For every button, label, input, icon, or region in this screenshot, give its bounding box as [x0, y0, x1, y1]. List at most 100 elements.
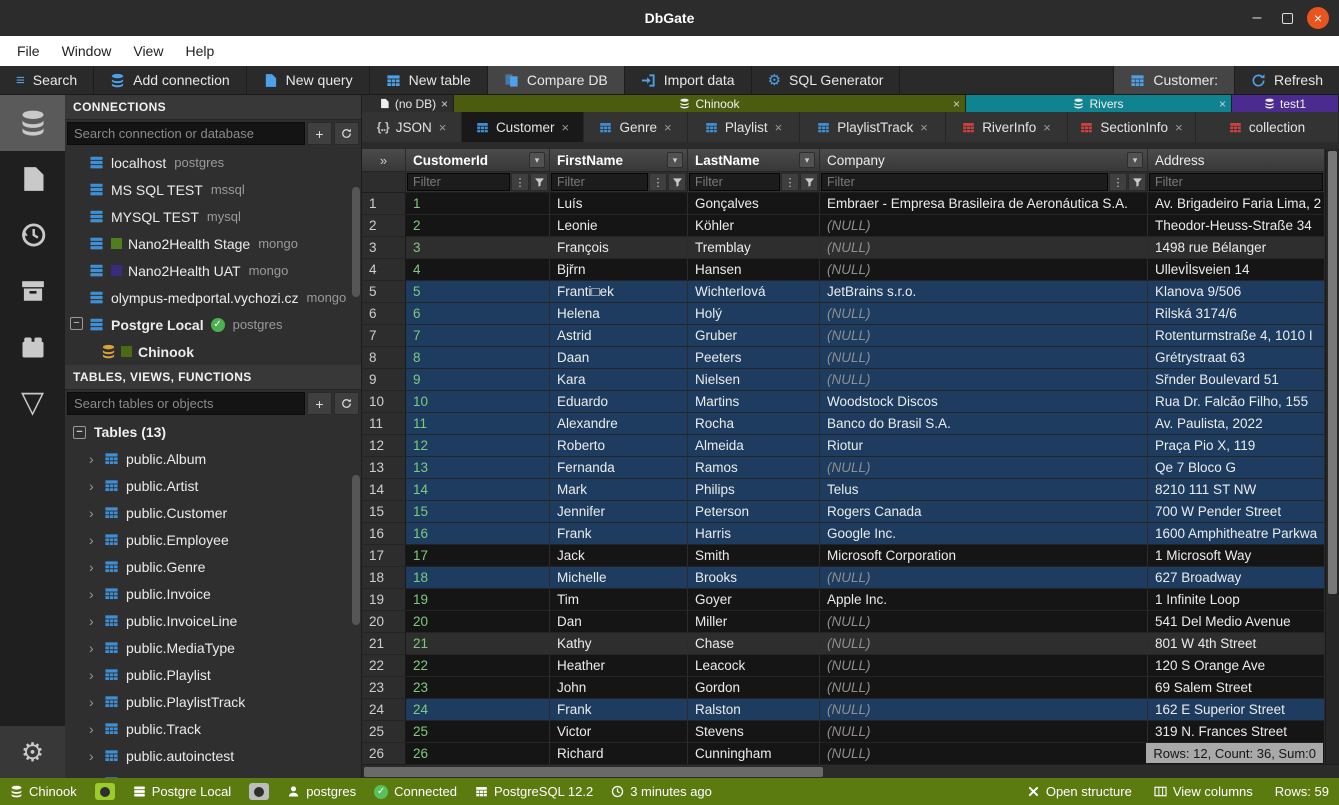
- cell-firstname[interactable]: Daan: [550, 347, 688, 369]
- cell-firstname[interactable]: Tim: [550, 589, 688, 611]
- cell-company[interactable]: JetBrains s.r.o.: [820, 281, 1148, 303]
- table-item[interactable]: › public.MediaType: [65, 634, 361, 661]
- connections-refresh-button[interactable]: [334, 122, 359, 145]
- cell-firstname[interactable]: Victor: [550, 721, 688, 743]
- cell-firstname[interactable]: Bjřrn: [550, 259, 688, 281]
- table-row[interactable]: 6 6 Helena Holý (NULL) Rilská 3174/6: [362, 303, 1325, 325]
- cell-customerid[interactable]: 5: [406, 281, 550, 303]
- cell-firstname[interactable]: John: [550, 677, 688, 699]
- toolbar-button[interactable]: New query: [247, 66, 370, 94]
- cell-customerid[interactable]: 8: [406, 347, 550, 369]
- cell-customerid[interactable]: 4: [406, 259, 550, 281]
- cell-firstname[interactable]: Alexandre: [550, 413, 688, 435]
- connection-item[interactable]: Chinook: [65, 338, 361, 365]
- table-item[interactable]: › public.booleantest: [65, 769, 361, 778]
- cell-address[interactable]: Qe 7 Bloco G: [1148, 457, 1325, 479]
- table-row[interactable]: 7 7 Astrid Gruber (NULL) Rotenturmstraße…: [362, 325, 1325, 347]
- table-row[interactable]: 4 4 Bjřrn Hansen (NULL) Ullevİlsveien 14: [362, 259, 1325, 281]
- table-row[interactable]: 19 19 Tim Goyer Apple Inc. 1 Infinite Lo…: [362, 589, 1325, 611]
- add-table-plus-button[interactable]: +: [307, 392, 332, 415]
- cell-customerid[interactable]: 7: [406, 325, 550, 347]
- activity-bar-item[interactable]: [0, 319, 65, 375]
- cell-company[interactable]: (NULL): [820, 237, 1148, 259]
- connection-item[interactable]: localhost postgres: [65, 149, 361, 176]
- table-item[interactable]: › public.PlaylistTrack: [65, 688, 361, 715]
- database-tab-group[interactable]: Chinook ×: [454, 95, 966, 112]
- cell-lastname[interactable]: Gruber: [688, 325, 820, 347]
- database-tab-group[interactable]: test1: [1232, 95, 1339, 112]
- expand-all-button[interactable]: »: [362, 149, 406, 172]
- settings-button[interactable]: ⚙: [0, 726, 65, 778]
- activity-bar-item[interactable]: [0, 151, 65, 207]
- cell-firstname[interactable]: Mark: [550, 479, 688, 501]
- filter-menu-button[interactable]: ⋮: [781, 173, 799, 191]
- cell-address[interactable]: Ullevİlsveien 14: [1148, 259, 1325, 281]
- statusbar-item[interactable]: [95, 783, 115, 800]
- table-item[interactable]: › public.InvoiceLine: [65, 607, 361, 634]
- cell-address[interactable]: 1498 rue Bélanger: [1148, 237, 1325, 259]
- filter-input[interactable]: [407, 173, 510, 191]
- connection-item[interactable]: Nano2Health Stage mongo: [65, 230, 361, 257]
- grid-horizontal-scrollbar[interactable]: [362, 764, 1339, 778]
- statusbar-item[interactable]: ✓ Connected: [374, 784, 457, 799]
- column-menu-button[interactable]: ▾: [667, 152, 683, 168]
- cell-lastname[interactable]: Wichterlová: [688, 281, 820, 303]
- cell-address[interactable]: 700 W Pender Street: [1148, 501, 1325, 523]
- cell-firstname[interactable]: Kara: [550, 369, 688, 391]
- cell-customerid[interactable]: 9: [406, 369, 550, 391]
- table-row[interactable]: 8 8 Daan Peeters (NULL) Grétrystraat 63: [362, 347, 1325, 369]
- cell-company[interactable]: Microsoft Corporation: [820, 545, 1148, 567]
- connections-scrollbar[interactable]: [352, 187, 360, 297]
- cell-customerid[interactable]: 25: [406, 721, 550, 743]
- table-row[interactable]: 13 13 Fernanda Ramos (NULL) Qe 7 Bloco G: [362, 457, 1325, 479]
- toolbar-button[interactable]: Add connection: [94, 66, 247, 94]
- cell-customerid[interactable]: 6: [406, 303, 550, 325]
- menu-item[interactable]: File: [6, 36, 51, 66]
- column-header[interactable]: Company ▾: [820, 149, 1148, 172]
- column-header[interactable]: LastName ▾: [688, 149, 820, 172]
- cell-address[interactable]: Theodor-Heuss-Straße 34: [1148, 215, 1325, 237]
- statusbar-item[interactable]: Chinook: [10, 784, 77, 799]
- cell-customerid[interactable]: 3: [406, 237, 550, 259]
- filter-funnel-button[interactable]: [668, 173, 686, 191]
- cell-company[interactable]: (NULL): [820, 743, 1148, 764]
- database-tab-group[interactable]: (no DB) ×: [362, 95, 454, 112]
- cell-address[interactable]: 627 Broadway: [1148, 567, 1325, 589]
- chevron-right-icon[interactable]: ›: [89, 505, 97, 521]
- table-row[interactable]: 12 12 Roberto Almeida Riotur Praça Pio X…: [362, 435, 1325, 457]
- table-row[interactable]: 14 14 Mark Philips Telus 8210 111 ST NW: [362, 479, 1325, 501]
- table-row[interactable]: 3 3 François Tremblay (NULL) 1498 rue Bé…: [362, 237, 1325, 259]
- cell-customerid[interactable]: 14: [406, 479, 550, 501]
- table-row[interactable]: 21 21 Kathy Chase (NULL) 801 W 4th Stree…: [362, 633, 1325, 655]
- cell-address[interactable]: 69 Salem Street: [1148, 677, 1325, 699]
- chevron-right-icon[interactable]: ›: [89, 748, 97, 764]
- table-row[interactable]: 16 16 Frank Harris Google Inc. 1600 Amph…: [362, 523, 1325, 545]
- cell-firstname[interactable]: Luís: [550, 193, 688, 215]
- statusbar-item[interactable]: 3 minutes ago: [611, 784, 712, 799]
- table-item[interactable]: › public.Playlist: [65, 661, 361, 688]
- close-icon[interactable]: ×: [775, 120, 783, 135]
- cell-firstname[interactable]: Franti□ek: [550, 281, 688, 303]
- table-item[interactable]: › public.Album: [65, 445, 361, 472]
- cell-lastname[interactable]: Chase: [688, 633, 820, 655]
- table-tab[interactable]: SectionInfo ×: [1068, 112, 1196, 142]
- grid-vertical-scrollbar[interactable]: [1325, 149, 1339, 764]
- filter-menu-button[interactable]: ⋮: [1109, 173, 1127, 191]
- cell-address[interactable]: Av. Brigadeiro Faria Lima, 2: [1148, 193, 1325, 215]
- cell-customerid[interactable]: 24: [406, 699, 550, 721]
- statusbar-item[interactable]: View columns: [1154, 784, 1253, 799]
- cell-lastname[interactable]: Gordon: [688, 677, 820, 699]
- column-menu-button[interactable]: ▾: [799, 152, 815, 168]
- cell-lastname[interactable]: Cunningham: [688, 743, 820, 764]
- connection-item[interactable]: MS SQL TEST mssql: [65, 176, 361, 203]
- table-row[interactable]: 18 18 Michelle Brooks (NULL) 627 Broadwa…: [362, 567, 1325, 589]
- cell-company[interactable]: Google Inc.: [820, 523, 1148, 545]
- column-header[interactable]: FirstName ▾: [550, 149, 688, 172]
- table-row[interactable]: 22 22 Heather Leacock (NULL) 120 S Orang…: [362, 655, 1325, 677]
- cell-company[interactable]: (NULL): [820, 369, 1148, 391]
- toolbar-button[interactable]: Import data: [625, 66, 752, 94]
- activity-bar-item[interactable]: [0, 207, 65, 263]
- cell-lastname[interactable]: Peterson: [688, 501, 820, 523]
- table-row[interactable]: 25 25 Victor Stevens (NULL) 319 N. Franc…: [362, 721, 1325, 743]
- column-header[interactable]: CustomerId ▾: [406, 149, 550, 172]
